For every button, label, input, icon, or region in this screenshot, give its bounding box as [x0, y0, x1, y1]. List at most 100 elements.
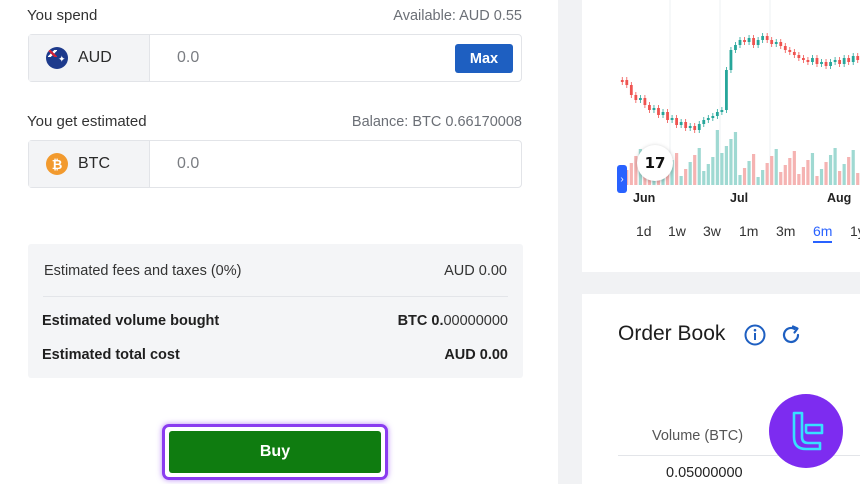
- refresh-icon[interactable]: [780, 324, 802, 346]
- candle: [788, 50, 792, 52]
- candle: [738, 40, 742, 45]
- volume-bar: [765, 163, 769, 185]
- candle: [829, 62, 832, 66]
- cost-value: AUD 0.00: [444, 347, 508, 363]
- candle: [847, 58, 851, 62]
- cost-label: Estimated total cost: [42, 347, 180, 363]
- candle: [770, 40, 774, 44]
- volume-bar: [792, 151, 796, 185]
- timeframe-1m[interactable]: 1m: [739, 223, 758, 239]
- timeframe-1y[interactable]: 1y: [850, 223, 860, 239]
- month-label: Aug: [827, 191, 852, 205]
- candle: [797, 55, 801, 58]
- candle: [774, 42, 778, 44]
- volume-bar: [797, 174, 801, 185]
- volume-bar: [770, 156, 774, 185]
- info-icon[interactable]: [744, 324, 766, 346]
- candle: [729, 50, 733, 70]
- candle: [629, 85, 633, 95]
- candle: [643, 98, 647, 105]
- candle: [670, 118, 674, 120]
- volume-bar: [679, 176, 683, 185]
- get-field: ₿ BTC 0.0: [28, 140, 522, 188]
- volume-bar: [856, 173, 860, 185]
- candle: [688, 126, 692, 128]
- volume-bar: [688, 162, 692, 185]
- candle: [851, 56, 855, 62]
- volume-bar: [729, 139, 733, 185]
- volume-bar: [733, 132, 738, 185]
- candle: [783, 46, 787, 50]
- brand-logo-icon: [769, 394, 843, 468]
- volume-label: Estimated volume bought: [42, 313, 220, 329]
- timeframe-3m[interactable]: 3m: [776, 223, 795, 239]
- candle: [620, 80, 624, 82]
- max-button[interactable]: Max: [455, 44, 513, 73]
- volume-bar: [806, 160, 810, 185]
- spend-label: You spend: [27, 7, 98, 24]
- candle: [779, 42, 783, 46]
- get-amount-input[interactable]: 0.0: [177, 141, 199, 187]
- candle: [747, 38, 751, 42]
- volume-bar: [751, 154, 756, 185]
- get-currency: BTC: [78, 155, 110, 172]
- volume-bar: [697, 148, 701, 185]
- candle: [838, 60, 842, 64]
- fees-value: AUD 0.00: [444, 263, 507, 279]
- candle: [634, 95, 638, 100]
- available-balance: Available: AUD 0.55: [393, 8, 522, 24]
- timeframe-6m[interactable]: 6m: [813, 223, 833, 243]
- volume-prefix: BTC 0.: [397, 313, 444, 329]
- volume-value: BTC 0.00000000: [398, 313, 508, 329]
- volume-bar: [715, 130, 719, 185]
- volume-bar: [706, 164, 710, 185]
- month-label: Jun: [633, 191, 656, 205]
- spend-currency-selector[interactable]: AUD: [29, 35, 150, 81]
- candle: [697, 124, 701, 130]
- volume-bar: [684, 169, 688, 185]
- candle: [761, 36, 765, 40]
- candle: [811, 58, 814, 62]
- candle: [752, 38, 755, 45]
- candle: [638, 98, 642, 100]
- candle: [652, 108, 656, 110]
- volume-bar: [847, 157, 851, 185]
- buy-button[interactable]: Buy: [169, 431, 381, 473]
- volume-bar: [693, 155, 697, 185]
- australia-flag-icon: [46, 47, 68, 69]
- candle: [720, 110, 724, 112]
- volume-digits: 00000000: [443, 313, 508, 329]
- order-book-volume: 0.05000000: [666, 465, 743, 481]
- volume-bar: [724, 146, 729, 185]
- bitcoin-icon: ₿: [46, 153, 68, 175]
- volume-bar: [675, 153, 679, 185]
- order-summary: Estimated fees and taxes (0%) AUD 0.00 E…: [28, 244, 523, 378]
- candle: [734, 45, 737, 50]
- candle: [743, 40, 746, 42]
- volume-bar: [738, 175, 742, 185]
- spend-currency: AUD: [78, 49, 112, 66]
- volume-bar: [842, 164, 846, 185]
- volume-bar: [815, 176, 819, 185]
- get-label: You get estimated: [27, 113, 147, 130]
- candle: [666, 112, 669, 120]
- chart-scroll-handle[interactable]: ›: [617, 165, 627, 193]
- volume-bar: [851, 150, 855, 185]
- volume-bar: [788, 158, 792, 185]
- candle: [679, 122, 683, 125]
- spend-amount-input[interactable]: 0.0: [177, 35, 199, 81]
- candle: [693, 126, 697, 130]
- btc-balance: Balance: BTC 0.66170008: [351, 114, 522, 130]
- candle: [715, 112, 719, 116]
- trade-panel: You spend Available: AUD 0.55 AUD 0.0 Ma…: [0, 0, 558, 484]
- candle: [820, 62, 823, 64]
- candle: [661, 112, 665, 115]
- candle: [711, 116, 715, 118]
- timeframe-3w[interactable]: 3w: [703, 223, 721, 239]
- volume-bar: [756, 177, 760, 185]
- timeframe-1w[interactable]: 1w: [668, 223, 686, 239]
- timeframe-1d[interactable]: 1d: [636, 223, 652, 239]
- get-currency-selector[interactable]: ₿ BTC: [29, 141, 150, 187]
- spend-field: AUD 0.0 Max: [28, 34, 522, 82]
- candle: [824, 62, 828, 66]
